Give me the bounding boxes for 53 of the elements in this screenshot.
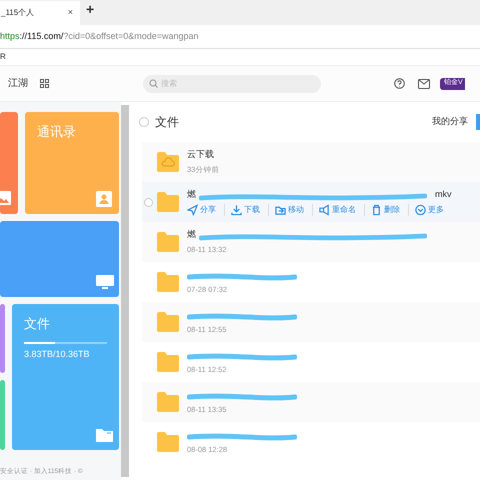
screen-tile[interactable] — [0, 221, 119, 297]
file-extension: mkv — [435, 188, 452, 201]
row-action-button[interactable]: 重命名 — [319, 204, 365, 216]
row-action-button[interactable]: 下载 — [231, 204, 269, 216]
my-share-link[interactable]: 我的分享 — [432, 115, 468, 129]
tile-title: 通讯录 — [37, 123, 76, 141]
contacts-tile[interactable]: 通讯录 — [25, 112, 119, 214]
address-bar[interactable]: https://115.com/?cid=0&offset=0&mode=wangpan — [0, 25, 480, 49]
folder-icon — [156, 351, 180, 373]
folder-icon — [95, 426, 115, 444]
storage-usage: 3.83TB/10.36TB — [24, 348, 90, 361]
folder-icon — [156, 191, 180, 213]
url-text: https://115.com/?cid=0&offset=0&mode=wangpan — [0, 30, 199, 43]
file-row[interactable]: 燃 mkv 分享 下载 移动 重命名 删除 更多 — [142, 182, 480, 222]
tab-close-button[interactable]: × — [68, 6, 73, 20]
help-icon[interactable] — [394, 78, 405, 89]
folder-icon — [156, 431, 180, 453]
file-name: 云下载 — [187, 148, 214, 162]
files-tile[interactable]: 文件 3.83TB/10.36TB — [12, 304, 119, 450]
folder-icon — [156, 391, 180, 413]
folder-icon — [156, 311, 180, 333]
row-action-button[interactable]: 移动 — [275, 204, 313, 216]
mail-icon[interactable] — [418, 78, 430, 88]
folder-icon — [156, 271, 180, 293]
side-tile[interactable] — [0, 380, 5, 450]
send-icon — [187, 204, 198, 216]
image-icon — [0, 190, 14, 208]
search-icon — [149, 79, 158, 88]
file-name: 燃 — [187, 188, 196, 201]
folder-icon — [156, 231, 180, 253]
row-action-button[interactable]: 更多 — [415, 204, 452, 216]
apps-grid-icon[interactable] — [40, 79, 49, 88]
move-icon — [275, 204, 286, 216]
row-radio[interactable] — [144, 198, 152, 206]
nav-link[interactable]: 江湖 — [8, 76, 28, 91]
browser-tab[interactable]: _115个人 × — [0, 1, 80, 25]
side-tile[interactable] — [0, 304, 5, 373]
tile-title: 文件 — [24, 315, 50, 333]
folder-title: 文件 — [155, 114, 179, 131]
bookmark-item[interactable]: R — [0, 51, 6, 63]
download-icon — [231, 204, 242, 216]
cloud-folder-icon — [156, 151, 180, 173]
photo-tile[interactable] — [0, 112, 18, 214]
row-action-button[interactable]: 删除 — [371, 204, 409, 216]
trash-icon — [371, 204, 382, 216]
tab-title: _115个人 — [1, 7, 34, 19]
row-action-button[interactable]: 分享 — [187, 204, 225, 216]
new-tab-button[interactable]: + — [86, 0, 94, 20]
monitor-icon — [95, 273, 115, 291]
more-icon — [415, 204, 426, 216]
contact-icon — [95, 190, 115, 208]
select-all-radio[interactable] — [139, 117, 149, 127]
file-name: 燃 — [187, 228, 196, 242]
